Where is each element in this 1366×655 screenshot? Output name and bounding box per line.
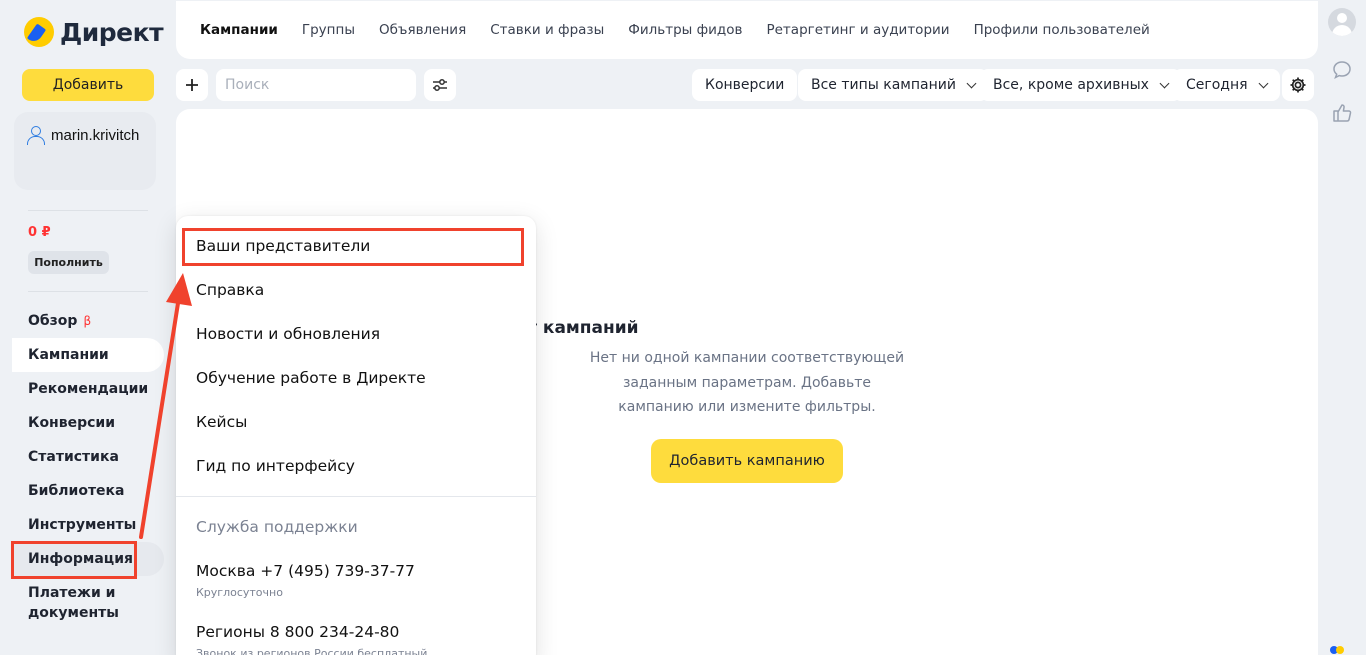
chevron-down-icon: [1159, 78, 1170, 88]
search-input[interactable]: [216, 69, 416, 101]
menu-item-representatives[interactable]: Ваши представители: [196, 237, 370, 255]
tab-campaigns[interactable]: Кампании: [200, 22, 278, 38]
sidebar-item-tools[interactable]: Инструменты: [12, 508, 164, 542]
sidebar-item-label: Библиотека: [28, 483, 125, 499]
menu-item-cases[interactable]: Кейсы: [196, 413, 247, 431]
chevron-down-icon: [966, 78, 977, 88]
menu-item-interface-guide[interactable]: Гид по интерфейсу: [196, 457, 355, 475]
user-icon: [26, 126, 45, 145]
sidebar-item-label: Обзор: [28, 313, 78, 329]
support-heading: Служба поддержки: [196, 518, 358, 536]
chat-bubble-icon[interactable]: [1331, 59, 1353, 81]
divider: [28, 291, 148, 292]
sidebar-item-label: Конверсии: [28, 415, 116, 431]
empty-state-text: Нет ни одной кампании соответствующей за…: [589, 350, 905, 415]
sidebar-item-library[interactable]: Библиотека: [12, 474, 164, 508]
thumbs-up-icon[interactable]: [1331, 102, 1353, 124]
plus-icon: [186, 79, 198, 91]
sidebar-item-label: Статистика: [28, 449, 119, 465]
phone-moscow[interactable]: Москва +7 (495) 739-37-77: [196, 562, 415, 580]
tab-groups[interactable]: Группы: [302, 22, 355, 38]
phone-regions[interactable]: Регионы 8 800 234-24-80: [196, 623, 399, 641]
sidebar-item-label: Рекомендации: [28, 381, 149, 397]
sidebar-item-recommendations[interactable]: Рекомендации: [12, 372, 164, 406]
sidebar-item-label: Инструменты: [28, 517, 137, 533]
sidebar-item-information[interactable]: Информация: [12, 542, 164, 576]
sidebar-item-label: Кампании: [28, 347, 109, 363]
profile-avatar[interactable]: [1328, 8, 1356, 36]
sidebar-item-payments[interactable]: Платежи и документы: [12, 581, 122, 627]
period-label: Сегодня: [1186, 77, 1248, 93]
tab-user-profiles[interactable]: Профили пользователей: [974, 22, 1150, 38]
sidebar-item-overview[interactable]: Обзор β: [12, 304, 164, 338]
direct-logo[interactable]: Директ: [24, 17, 164, 47]
menu-divider: [176, 496, 536, 497]
beta-badge: β: [83, 314, 92, 328]
tab-bids-phrases[interactable]: Ставки и фразы: [490, 22, 604, 38]
sliders-icon: [433, 79, 447, 91]
balance-value: 0 ₽: [28, 225, 51, 240]
sidebar-item-conversions[interactable]: Конверсии: [12, 406, 164, 440]
chevron-down-icon: [1258, 78, 1269, 88]
menu-item-help[interactable]: Справка: [196, 281, 264, 299]
divider: [28, 210, 148, 211]
period-select[interactable]: Сегодня: [1173, 69, 1280, 101]
topup-button[interactable]: Пополнить: [28, 251, 109, 274]
phone-moscow-note: Круглосуточно: [196, 586, 283, 599]
tab-feed-filters[interactable]: Фильтры фидов: [628, 22, 742, 38]
add-button[interactable]: Добавить: [22, 69, 154, 101]
yandex-direct-logo-icon: [24, 17, 54, 47]
gear-icon: [1290, 77, 1306, 93]
section-tabs: Кампании Группы Объявления Ставки и фраз…: [176, 1, 1318, 59]
user-card: [14, 112, 156, 190]
user-account[interactable]: marin.krivitch: [26, 126, 140, 145]
yandex-badge-icon: [1330, 646, 1344, 654]
phone-regions-note: Звонок из регионов России бесплатный: [196, 647, 428, 655]
tab-ads[interactable]: Объявления: [379, 22, 466, 38]
add-campaign-plus-button[interactable]: [176, 69, 208, 101]
information-menu: Ваши представители Справка Новости и обн…: [176, 216, 536, 655]
conversions-label: Конверсии: [705, 77, 785, 93]
brand-name: Директ: [60, 17, 164, 47]
add-campaign-button[interactable]: Добавить кампанию: [651, 439, 843, 483]
sidebar-item-campaigns[interactable]: Кампании: [12, 338, 164, 372]
sidebar-item-label: Платежи и документы: [28, 585, 119, 621]
username: marin.krivitch: [51, 126, 140, 144]
sidebar-item-statistics[interactable]: Статистика: [12, 440, 164, 474]
filter-settings-button[interactable]: [424, 69, 456, 101]
campaign-types-label: Все типы кампаний: [811, 77, 956, 93]
menu-item-news[interactable]: Новости и обновления: [196, 325, 380, 343]
sidebar-item-label: Информация: [28, 551, 133, 567]
tab-retargeting[interactable]: Ретаргетинг и аудитории: [766, 22, 949, 38]
menu-item-training[interactable]: Обучение работе в Директе: [196, 369, 426, 387]
settings-button[interactable]: [1282, 69, 1314, 101]
conversions-button[interactable]: Конверсии: [692, 69, 798, 101]
archive-filter-label: Все, кроме архивных: [993, 77, 1149, 93]
campaign-types-select[interactable]: Все типы кампаний: [798, 69, 988, 101]
archive-filter-select[interactable]: Все, кроме архивных: [980, 69, 1181, 101]
